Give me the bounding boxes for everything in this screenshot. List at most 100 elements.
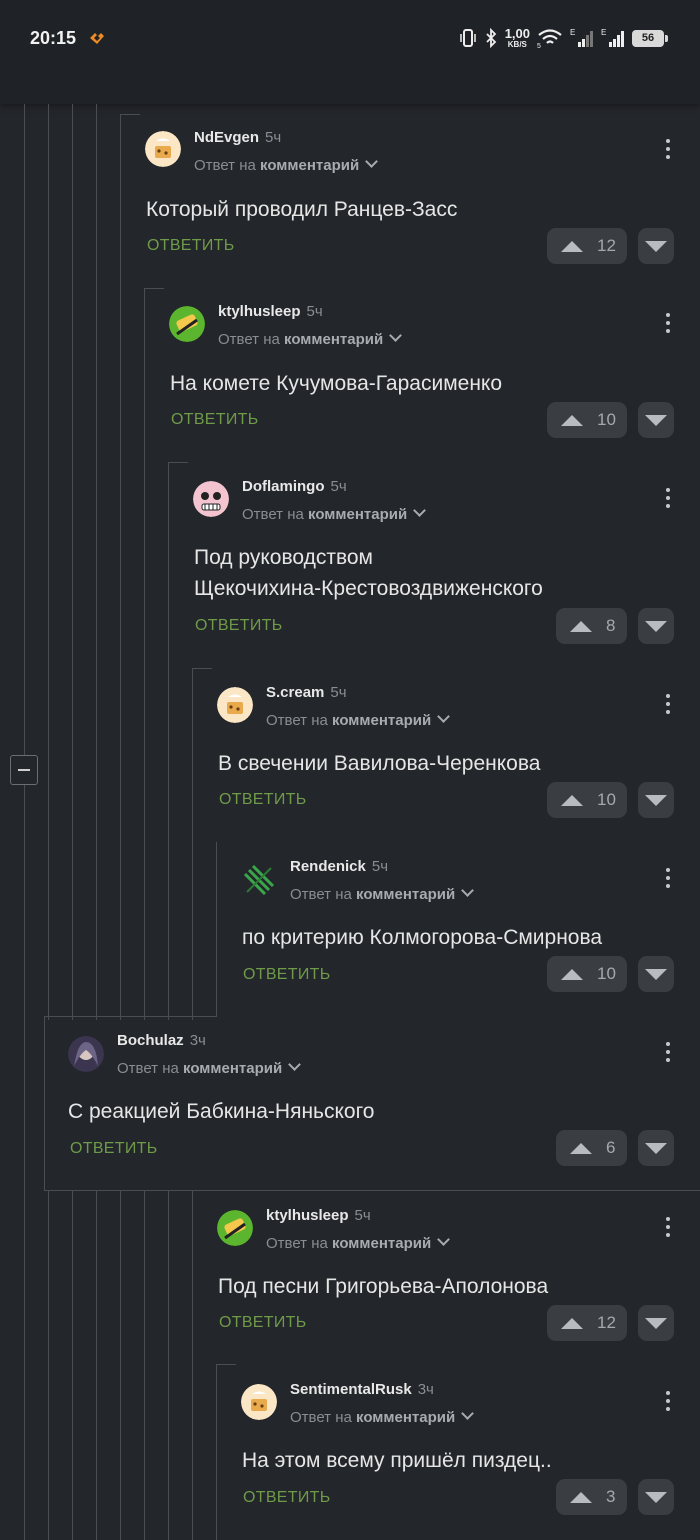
arrow-up-icon bbox=[561, 794, 583, 806]
svg-text:E: E bbox=[601, 28, 606, 37]
comment-text: Который проводил Ранцев-Засс bbox=[146, 198, 458, 221]
comment-time: 5ч bbox=[306, 303, 323, 320]
reply-to-link[interactable]: Ответ на комментарий bbox=[242, 504, 427, 523]
more-menu-icon[interactable] bbox=[664, 694, 672, 716]
comment-text: На комете Кучумова-Гарасименко bbox=[170, 372, 503, 395]
downvote-button[interactable] bbox=[638, 1305, 674, 1341]
arrow-up-icon bbox=[561, 1317, 583, 1329]
downvote-button[interactable] bbox=[638, 1479, 674, 1515]
reply-button[interactable]: ОТВЕТИТЬ bbox=[70, 1140, 158, 1158]
comment-text: На этом всему пришёл пиздец.. bbox=[242, 1449, 552, 1472]
network-speed-unit: KB/S bbox=[507, 40, 527, 49]
reply-to-link[interactable]: Ответ на комментарий bbox=[194, 155, 379, 174]
chevron-down-icon bbox=[389, 329, 403, 342]
vote-count: 12 bbox=[597, 236, 616, 255]
downvote-button[interactable] bbox=[638, 956, 674, 992]
cookie-avatar-icon bbox=[145, 131, 181, 167]
arrow-up-icon bbox=[561, 414, 583, 426]
comment-author[interactable]: ktylhusleep 5ч bbox=[218, 303, 323, 320]
battery-icon: 56 bbox=[632, 29, 668, 47]
reply-to-link[interactable]: Ответ на комментарий bbox=[290, 1407, 475, 1426]
reply-to-link[interactable]: Ответ на комментарий bbox=[266, 710, 451, 729]
reply-button[interactable]: ОТВЕТИТЬ bbox=[219, 791, 307, 809]
svg-text:5: 5 bbox=[537, 43, 541, 48]
upvote-button[interactable]: 8 bbox=[556, 608, 627, 644]
status-bar: 20:15 1,00 KB/S 5 E E 56 bbox=[0, 0, 700, 104]
reply-button[interactable]: ОТВЕТИТЬ bbox=[147, 237, 235, 255]
avatar[interactable] bbox=[217, 687, 253, 723]
downvote-button[interactable] bbox=[638, 782, 674, 818]
downvote-button[interactable] bbox=[638, 1130, 674, 1166]
avatar[interactable] bbox=[145, 131, 181, 167]
more-menu-icon[interactable] bbox=[664, 1391, 672, 1413]
downvote-button[interactable] bbox=[638, 228, 674, 264]
chevron-down-icon bbox=[413, 504, 427, 517]
cookie-avatar-icon bbox=[241, 1384, 277, 1420]
upvote-button[interactable]: 6 bbox=[556, 1130, 627, 1166]
more-menu-icon[interactable] bbox=[664, 139, 672, 161]
network-speed: 1,00 KB/S bbox=[505, 27, 530, 49]
more-menu-icon[interactable] bbox=[664, 868, 672, 890]
reply-button[interactable]: ОТВЕТИТЬ bbox=[243, 966, 331, 984]
network-speed-value: 1,00 bbox=[504, 26, 530, 41]
avatar[interactable] bbox=[169, 306, 205, 342]
chevron-down-icon bbox=[365, 155, 379, 168]
comment-time: 3ч bbox=[189, 1032, 206, 1049]
more-menu-icon[interactable] bbox=[664, 1217, 672, 1239]
comment-text: Под песни Григорьева-Аполонова bbox=[218, 1275, 549, 1298]
reply-to-link[interactable]: Ответ на комментарий bbox=[117, 1058, 302, 1077]
reply-button[interactable]: ОТВЕТИТЬ bbox=[195, 617, 283, 635]
upvote-button[interactable]: 10 bbox=[547, 956, 627, 992]
reply-button[interactable]: ОТВЕТИТЬ bbox=[243, 1489, 331, 1507]
avatar[interactable] bbox=[217, 1210, 253, 1246]
bluetooth-icon bbox=[486, 28, 496, 48]
comment-author[interactable]: Doflamingo 5ч bbox=[242, 478, 347, 495]
comment-text: Под руководством Щекочихина-Крестовоздви… bbox=[194, 542, 543, 604]
arrow-up-icon bbox=[561, 968, 583, 980]
arrow-up-icon bbox=[570, 1142, 592, 1154]
avatar[interactable] bbox=[193, 481, 229, 517]
avatar[interactable] bbox=[68, 1036, 104, 1072]
comment-author[interactable]: NdEvgen 5ч bbox=[194, 129, 281, 146]
reply-to-link[interactable]: Ответ на комментарий bbox=[290, 884, 475, 903]
comment-text-line: Под руководством bbox=[194, 546, 373, 569]
comment-author[interactable]: SentimentalRusk 3ч bbox=[290, 1381, 434, 1398]
comment-time: 5ч bbox=[265, 129, 282, 146]
more-menu-icon[interactable] bbox=[664, 313, 672, 335]
avatar[interactable] bbox=[241, 1384, 277, 1420]
comment-text-line: Щекочихина-Крестовоздвиженского bbox=[194, 577, 543, 600]
comment-time: 5ч bbox=[330, 478, 347, 495]
status-time: 20:15 bbox=[30, 28, 77, 48]
upvote-button[interactable]: 10 bbox=[547, 782, 627, 818]
reply-button[interactable]: ОТВЕТИТЬ bbox=[171, 411, 259, 429]
vote-count: 12 bbox=[597, 1313, 616, 1332]
upvote-button[interactable]: 12 bbox=[547, 228, 627, 264]
comment-author[interactable]: Bochulaz 3ч bbox=[117, 1032, 206, 1049]
comment-author[interactable]: Rendenick 5ч bbox=[290, 858, 388, 875]
upvote-button[interactable]: 3 bbox=[556, 1479, 627, 1515]
skull-avatar-icon bbox=[193, 481, 229, 517]
app-notification-icon bbox=[90, 33, 104, 44]
wifi-icon: 5 bbox=[537, 29, 562, 48]
reply-to-link[interactable]: Ответ на комментарий bbox=[266, 1233, 451, 1252]
vote-count: 8 bbox=[606, 616, 616, 635]
comment-author[interactable]: S.cream 5ч bbox=[266, 684, 347, 701]
reply-to-link[interactable]: Ответ на комментарий bbox=[218, 329, 403, 348]
comment-author[interactable]: ktylhusleep 5ч bbox=[266, 1207, 371, 1224]
more-menu-icon[interactable] bbox=[664, 488, 672, 510]
collapse-thread-button[interactable] bbox=[10, 755, 38, 785]
downvote-button[interactable] bbox=[638, 402, 674, 438]
chevron-down-icon bbox=[461, 884, 475, 897]
cookie-avatar-icon bbox=[217, 687, 253, 723]
comment-text: В свечении Вавилова-Черенкова bbox=[218, 752, 541, 775]
vote-count: 3 bbox=[606, 1487, 616, 1506]
arrow-up-icon bbox=[570, 620, 592, 632]
downvote-button[interactable] bbox=[638, 608, 674, 644]
chevron-down-icon bbox=[461, 1407, 475, 1420]
upvote-button[interactable]: 10 bbox=[547, 402, 627, 438]
upvote-button[interactable]: 12 bbox=[547, 1305, 627, 1341]
reply-button[interactable]: ОТВЕТИТЬ bbox=[219, 1314, 307, 1332]
vote-count: 10 bbox=[597, 790, 616, 809]
avatar[interactable] bbox=[241, 862, 277, 898]
more-menu-icon[interactable] bbox=[664, 1042, 672, 1064]
